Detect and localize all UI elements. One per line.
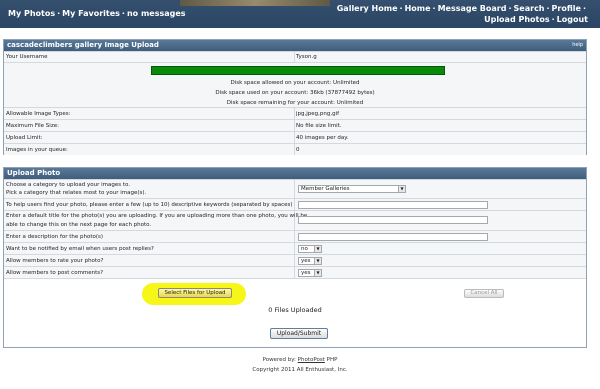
copyright: Copyright 2011 All Enthusiast, Inc. [252, 367, 348, 373]
message-board-link[interactable]: Message Board [438, 4, 507, 13]
info-value: No file size limit. [296, 123, 342, 129]
chevron-down-icon: ▼ [314, 258, 321, 264]
home-link[interactable]: Home [405, 4, 431, 13]
help-link[interactable]: help [572, 40, 583, 51]
title-row: Enter a default title for the photo(s) y… [4, 210, 586, 230]
title-input[interactable] [298, 216, 488, 224]
username-label: Your Username [6, 54, 48, 60]
disk-usage-bar [151, 66, 445, 75]
upload-photo-panel: Upload Photo Choose a category to upload… [3, 167, 587, 348]
main-nav: Gallery Home · Home · Message Board · Search · P… [336, 4, 588, 24]
category-label-1: Choose a category to upload your images … [6, 182, 131, 188]
info-row: Allowable Image Types: jpg,jpeg,png,gif [4, 107, 586, 119]
info-label: Upload Limit: [6, 135, 43, 141]
category-label-2: Pick a category that relates most to you… [6, 190, 147, 196]
disk-used: Disk space used on your account: 36kb (3… [215, 90, 375, 96]
username-row: Your Username Tyson.g [4, 51, 586, 62]
photopost-link[interactable]: PhotoPost [298, 357, 325, 363]
info-row: Upload Limit: 40 images per day. [4, 131, 586, 143]
notify-select[interactable]: no ▼ [298, 245, 322, 253]
search-link[interactable]: Search [514, 4, 545, 13]
chevron-down-icon: ▼ [314, 246, 321, 252]
info-row: Maximum File Size: No file size limit. [4, 119, 586, 131]
disk-space-info: Disk space allowed on your account: Unli… [4, 78, 586, 108]
info-value: jpg,jpeg,png,gif [296, 111, 340, 117]
chevron-down-icon: ▼ [314, 270, 321, 276]
panel-header: cascadeclimbers gallery Image Upload hel… [4, 40, 586, 51]
image-upload-panel: cascadeclimbers gallery Image Upload hel… [3, 39, 587, 155]
username-value: Tyson.g [296, 54, 317, 60]
site-header: My Photos · My Favorites · no messages Galle… [0, 0, 600, 28]
powered-by: Powered by: PhotoPost PHP [262, 357, 338, 363]
cancel-all-button[interactable]: Cancel All [464, 289, 504, 298]
panel-header: Upload Photo [4, 168, 586, 179]
panel-title: cascadeclimbers gallery Image Upload [7, 41, 159, 49]
messages-link[interactable]: no messages [127, 9, 186, 18]
category-select[interactable]: Member Galleries ▼ [298, 185, 406, 193]
description-row: Enter a description for the photo(s) [4, 230, 586, 242]
select-files-button[interactable]: Select Files for Upload [158, 288, 232, 298]
rate-label: Allow members to rate your photo? [6, 258, 104, 264]
category-row: Choose a category to upload your images … [4, 179, 586, 198]
keywords-row: To help users find your photo, please en… [4, 198, 586, 210]
my-favorites-link[interactable]: My Favorites [62, 9, 120, 18]
disk-allowed: Disk space allowed on your account: Unli… [230, 80, 360, 86]
user-links: My Photos · My Favorites · no messages [8, 9, 186, 18]
file-upload-area: Select Files for Upload Cancel All 0 Fil… [4, 278, 586, 344]
notify-label: Want to be notified by email when users … [6, 246, 154, 252]
chevron-down-icon: ▼ [398, 186, 405, 192]
info-label: Allowable Image Types: [6, 111, 71, 117]
info-value: 40 images per day. [296, 135, 349, 141]
title-label-1: Enter a default title for the photo(s) y… [6, 213, 308, 219]
keywords-input[interactable] [298, 201, 488, 209]
disk-space-row: Disk space allowed on your account: Unli… [4, 62, 586, 107]
info-label: Images in your queue: [6, 147, 68, 153]
files-uploaded-status: 0 Files Uploaded [268, 306, 322, 314]
info-value: 0 [296, 147, 300, 153]
upload-submit-button[interactable]: Upload/Submit [270, 328, 328, 339]
info-row: Images in your queue: 0 [4, 143, 586, 155]
info-label: Maximum File Size: [6, 123, 59, 129]
description-label: Enter a description for the photo(s) [6, 234, 104, 240]
gallery-home-link[interactable]: Gallery Home [337, 4, 398, 13]
rate-row: Allow members to rate your photo? yes ▼ [4, 254, 586, 266]
description-input[interactable] [298, 233, 488, 241]
profile-link[interactable]: Profile [552, 4, 581, 13]
comments-row: Allow members to post comments? yes ▼ [4, 266, 586, 278]
notify-row: Want to be notified by email when users … [4, 242, 586, 254]
comments-select[interactable]: yes ▼ [298, 269, 322, 277]
keywords-label: To help users find your photo, please en… [6, 202, 293, 208]
panel-title: Upload Photo [7, 169, 61, 177]
title-label-2: able to change this on the next page for… [6, 222, 152, 228]
header-texture [180, 0, 330, 6]
comments-label: Allow members to post comments? [6, 270, 104, 276]
rate-select[interactable]: yes ▼ [298, 257, 322, 265]
my-photos-link[interactable]: My Photos [8, 9, 55, 18]
upload-photos-link[interactable]: Upload Photos [484, 15, 550, 24]
logout-link[interactable]: Logout [557, 15, 588, 24]
